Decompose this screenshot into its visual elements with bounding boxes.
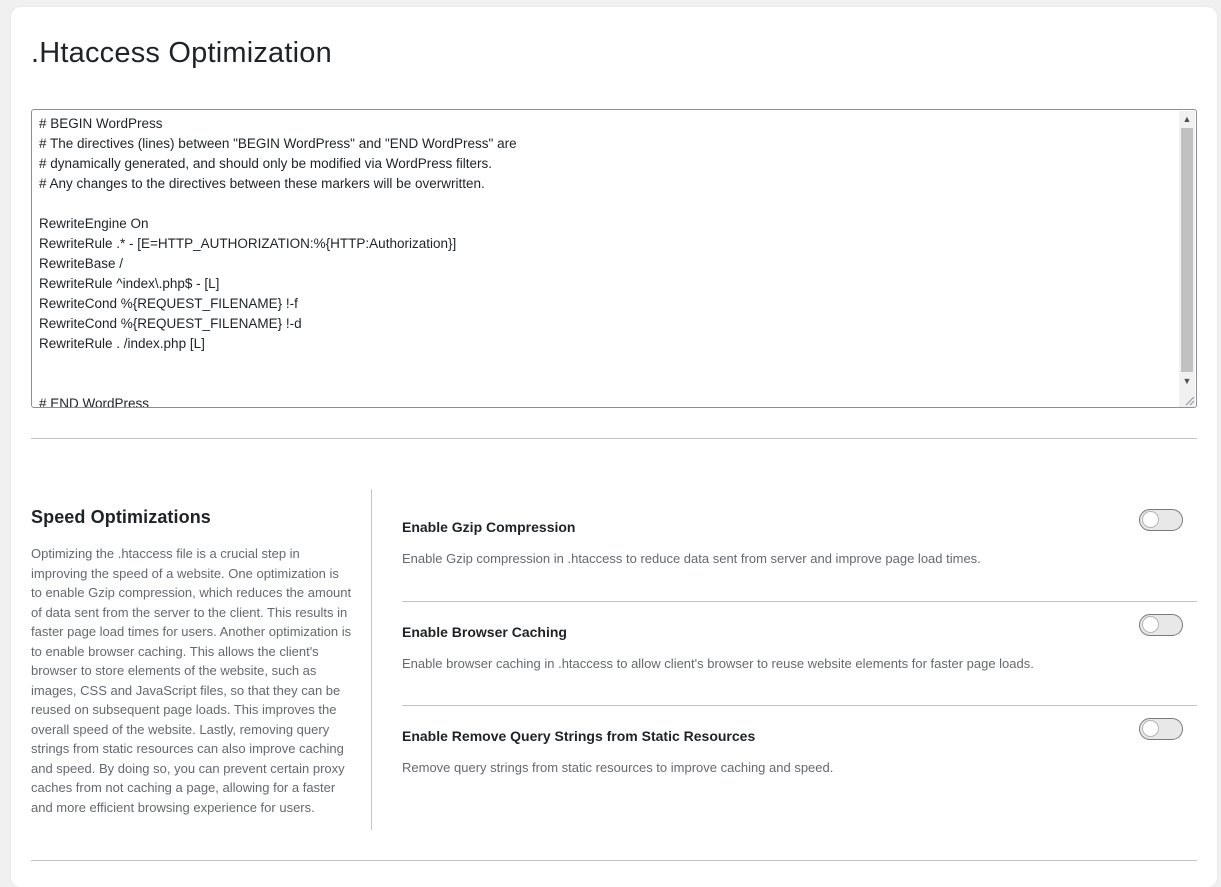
remove-query-strings-toggle[interactable] — [1139, 718, 1183, 740]
speed-section-intro: Speed Optimizations Optimizing the .htac… — [31, 507, 353, 817]
browser-caching-toggle[interactable] — [1139, 614, 1183, 636]
resize-grip-icon[interactable] — [1183, 394, 1195, 406]
option-separator — [402, 705, 1197, 706]
toggle-knob — [1143, 512, 1158, 527]
option-description: Enable Gzip compression in .htaccess to … — [402, 551, 981, 566]
section-description: Optimizing the .htaccess file is a cruci… — [31, 546, 352, 815]
section-divider-top — [31, 438, 1197, 439]
htaccess-editor[interactable]: # BEGIN WordPress # The directives (line… — [31, 109, 1197, 408]
column-divider — [371, 489, 372, 830]
option-description: Remove query strings from static resourc… — [402, 760, 834, 775]
gzip-compression-toggle[interactable] — [1139, 509, 1183, 531]
toggle-knob — [1143, 721, 1158, 736]
option-separator — [402, 601, 1197, 602]
scroll-down-arrow-icon[interactable]: ▼ — [1179, 373, 1195, 389]
option-title: Enable Remove Query Strings from Static … — [402, 728, 756, 744]
section-title: Speed Optimizations — [31, 507, 211, 527]
settings-card: .Htaccess Optimization # BEGIN WordPress… — [11, 7, 1217, 887]
scroll-up-arrow-icon[interactable]: ▲ — [1179, 111, 1195, 127]
option-title: Enable Gzip Compression — [402, 519, 576, 535]
htaccess-editor-text[interactable]: # BEGIN WordPress # The directives (line… — [39, 114, 517, 407]
toggle-knob — [1143, 617, 1158, 632]
option-description: Enable browser caching in .htaccess to a… — [402, 656, 1034, 671]
scrollbar-thumb[interactable] — [1181, 128, 1193, 372]
section-divider-bottom — [31, 860, 1197, 861]
editor-scrollbar[interactable]: ▲ ▼ — [1179, 111, 1195, 407]
page-title: .Htaccess Optimization — [31, 37, 332, 69]
option-title: Enable Browser Caching — [402, 624, 567, 640]
